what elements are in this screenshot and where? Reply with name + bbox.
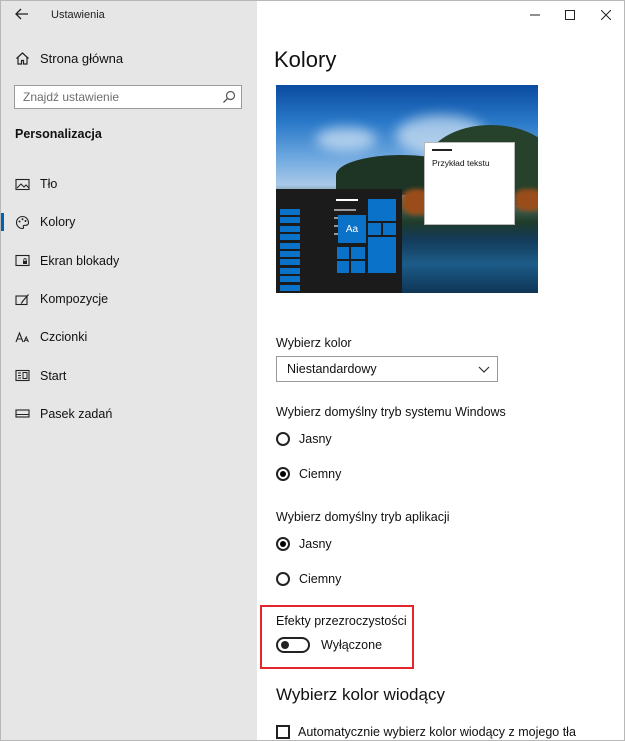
choose-color-value: Niestandardowy	[287, 362, 377, 376]
taskbar-icon	[15, 406, 30, 421]
sidebar-nav: Tło Kolory Ekran blokady Kompozycje Czci…	[1, 165, 257, 433]
themes-icon	[15, 292, 30, 307]
accent-color-heading: Wybierz kolor wiodący	[276, 685, 445, 704]
preview-text-window: Przykład tekstu	[424, 142, 515, 225]
nav-home-label: Strona główna	[40, 51, 124, 66]
back-button[interactable]	[13, 7, 31, 25]
image-icon	[15, 177, 30, 192]
choose-color-dropdown[interactable]: Niestandardowy	[276, 356, 498, 382]
sidebar-item-label: Kompozycje	[40, 292, 109, 307]
transparency-toggle[interactable]	[276, 637, 310, 653]
sidebar-item-label: Pasek zadań	[40, 406, 113, 421]
sidebar-item-taskbar[interactable]: Pasek zadań	[1, 395, 257, 433]
sidebar-item-label: Start	[40, 368, 67, 383]
minimize-button[interactable]	[521, 5, 549, 25]
fonts-icon	[15, 330, 30, 345]
maximize-button[interactable]	[556, 5, 584, 25]
sidebar-item-label: Ekran blokady	[40, 253, 120, 268]
windows-mode-light-radio[interactable]: Jasny	[276, 432, 332, 446]
search-input[interactable]	[15, 86, 215, 108]
sidebar-item-themes[interactable]: Kompozycje	[1, 280, 257, 318]
start-icon	[15, 368, 30, 383]
sidebar-item-fonts[interactable]: Czcionki	[1, 318, 257, 356]
auto-accent-checkbox[interactable]	[276, 725, 290, 739]
radio-button[interactable]	[276, 432, 290, 446]
radio-label: Jasny	[299, 432, 332, 446]
radio-label: Ciemny	[299, 572, 342, 586]
radio-button[interactable]	[276, 572, 290, 586]
sidebar: Ustawienia Strona główna Personalizacja …	[1, 1, 257, 740]
transparency-state: Wyłączone	[321, 638, 383, 652]
lock-screen-icon	[15, 253, 30, 268]
sidebar-item-lock-screen[interactable]: Ekran blokady	[1, 242, 257, 280]
page-title: Kolory	[274, 47, 337, 72]
windows-mode-dark-radio[interactable]: Ciemny	[276, 467, 341, 481]
sidebar-item-label: Kolory	[40, 215, 76, 230]
color-preview: Aa Przykład tekstu	[276, 85, 538, 293]
preview-sample-text: Przykład tekstu	[432, 158, 490, 168]
maximize-icon	[565, 10, 575, 20]
radio-button[interactable]	[276, 537, 290, 551]
radio-label: Ciemny	[299, 467, 342, 481]
sidebar-item-background[interactable]: Tło	[1, 165, 257, 203]
home-icon	[16, 52, 29, 65]
close-icon	[601, 10, 611, 20]
app-mode-label: Wybierz domyślny tryb aplikacji	[276, 510, 450, 524]
settings-window: Ustawienia Strona główna Personalizacja …	[0, 0, 625, 741]
app-mode-dark-radio[interactable]: Ciemny	[276, 572, 341, 586]
auto-accent-label: Automatycznie wybierz kolor wiodący z mo…	[298, 725, 576, 739]
sidebar-item-label: Czcionki	[40, 330, 88, 345]
choose-color-label: Wybierz kolor	[276, 336, 352, 350]
transparency-label: Efekty przezroczystości	[276, 614, 407, 628]
chevron-down-icon	[478, 366, 490, 373]
palette-icon	[15, 215, 30, 230]
sidebar-item-label: Tło	[40, 177, 58, 192]
search-box[interactable]	[14, 85, 242, 109]
back-arrow-icon	[15, 8, 28, 20]
search-icon[interactable]	[222, 90, 236, 104]
minimize-icon	[530, 14, 540, 16]
preview-tile: Aa	[338, 215, 366, 243]
windows-mode-label: Wybierz domyślny tryb systemu Windows	[276, 405, 506, 419]
sidebar-item-start[interactable]: Start	[1, 356, 257, 394]
app-mode-light-radio[interactable]: Jasny	[276, 537, 332, 551]
window-title: Ustawienia	[51, 9, 105, 21]
radio-label: Jasny	[299, 537, 332, 551]
sidebar-item-colors[interactable]: Kolory	[1, 203, 257, 241]
close-button[interactable]	[592, 5, 620, 25]
section-title: Personalizacja	[15, 127, 102, 141]
nav-home[interactable]: Strona główna	[15, 51, 123, 66]
radio-button[interactable]	[276, 467, 290, 481]
